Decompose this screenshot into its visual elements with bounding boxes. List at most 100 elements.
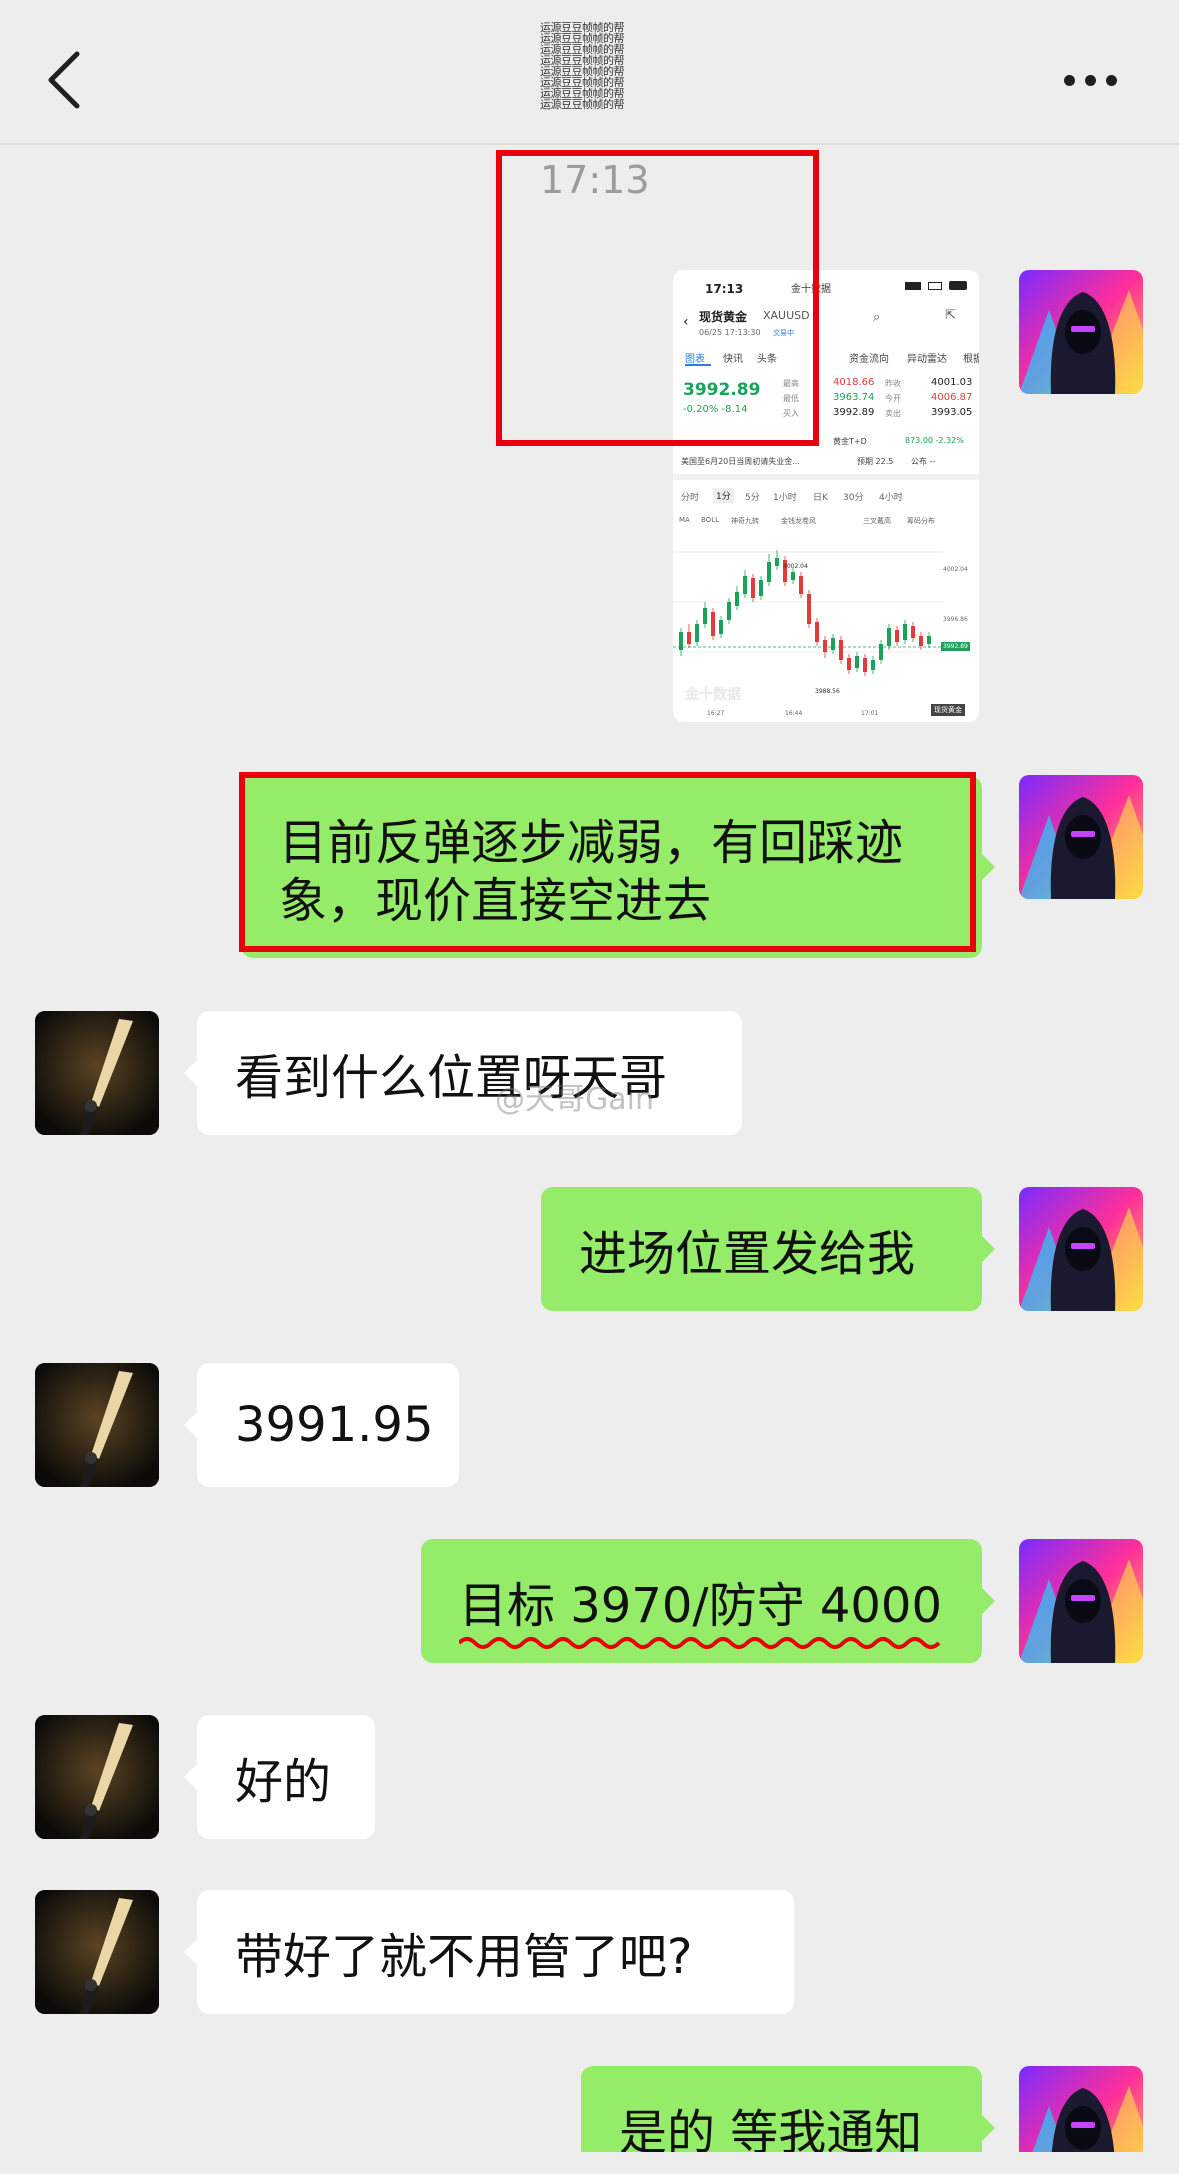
avatar-self[interactable] [1019,1187,1143,1311]
knife-photo-icon [35,1715,159,1839]
shot-low-label: 最低 [783,394,799,403]
shot-td-value: 873.00 -2.32% [905,436,964,445]
more-button[interactable] [1050,60,1130,100]
shot-y-label-0: 4002.04 [943,566,968,573]
chat-header: 运源豆豆帧帧的帮 运源豆豆帧帧的帮 运源豆豆帧帧的帮 运源豆豆帧帧的帮 运源豆豆… [0,0,1179,145]
candle-body [927,636,931,644]
shot-news-expect: 预期 22.5 [857,457,894,466]
candle-body [711,612,715,636]
candle-body [679,632,683,650]
shot-divider [673,474,979,480]
avatar-self[interactable] [1019,775,1143,899]
avatar-self[interactable] [1019,270,1143,394]
shot-y-label-1: 3996.86 [943,616,968,623]
shot-y-label-2: 3992.89 [941,642,970,651]
shot-period-4: 日K [813,493,828,503]
candle-body [727,602,731,620]
chevron-left-icon [48,51,80,109]
shot-indicator-4: 三叉戴高 [863,517,891,525]
message-bubble-self[interactable]: 进场位置发给我 [541,1187,995,1311]
shot-period-3: 1小时 [773,493,797,503]
shot-period-5: 30分 [843,493,864,503]
candle-body [743,576,747,594]
hooded-figure-icon [1019,775,1143,899]
candle-body [911,626,915,638]
shot-change: -0.20% -8.14 [683,404,748,415]
message-bubble-contact[interactable]: 看到什么位置呀天哥 [184,1011,742,1135]
shot-high: 4018.66 [833,377,875,388]
shot-sell: 3993.05 [931,407,973,418]
shot-title: 现货黄金 [699,310,748,324]
shot-indicator-1: BOLL [701,516,719,524]
shot-tab-indicator [685,364,711,366]
shot-buy-label: 买入 [783,409,799,418]
shot-indicator-0: MA [679,516,690,524]
shot-open-label: 今开 [885,394,901,403]
avatar-contact[interactable] [35,1890,159,2014]
avatar-contact[interactable] [35,1715,159,1839]
more-dot [1105,74,1117,86]
message-text-line2: 象，现价直接空进去 [279,873,712,929]
shot-x-label-0: 16:27 [707,710,725,717]
shot-tab-0: 图表 [685,354,705,365]
candle-body [855,656,859,668]
candle-body [839,640,843,660]
shot-period-2: 5分 [745,493,760,503]
back-button[interactable] [30,44,100,116]
message-bubble-contact[interactable]: 3991.95 [184,1363,459,1487]
candle-body [703,608,707,624]
shot-search-icon: ⌕ [873,310,881,325]
shot-indicator-5: 筹码分布 [907,517,935,525]
shot-x-label-1: 16:44 [785,710,803,717]
shot-period-0: 分时 [681,493,700,503]
candle-body [831,638,835,650]
shot-low-mark: 3988.56 [815,688,840,695]
avatar-contact[interactable] [35,1363,159,1487]
shot-indicator-2: 神奇九转 [731,517,759,525]
avatar-contact[interactable] [35,1011,159,1135]
candle-body [823,640,827,652]
candle-body [791,572,795,580]
candle-body [863,658,867,672]
shot-status-time: 17:13 [705,282,744,296]
shot-watermark: 金十数据 [685,687,741,703]
shot-period-1: 1分 [713,488,734,503]
shot-news-pub: 公布 -- [911,457,936,466]
shot-peak-mark: 4002.04 [783,563,808,570]
shot-open: 4006.87 [931,392,973,403]
candle-body [879,644,883,660]
candle-body [919,636,923,646]
shot-buy: 3992.89 [833,407,875,418]
candle-body [815,622,819,642]
shot-news: 美国至6月20日当周初请失业金... [681,457,800,466]
hooded-figure-icon [1019,1187,1143,1311]
candle-body [735,592,739,606]
more-dots-icon [1063,74,1075,86]
more-dot [1084,74,1096,86]
message-text: 进场位置发给我 [579,1226,916,1282]
shot-corner-tag: 现货黄金 [931,704,965,716]
watermark-text: @天哥Gain [495,1082,654,1117]
shot-price: 3992.89 [683,380,761,400]
image-message[interactable]: 17:13 金十数据 ‹ 现货黄金 XAUUSD 06/25 17:13:30 … [673,270,979,722]
candle-body [871,660,875,670]
message-bubble-contact[interactable]: 带好了就不用管了吧? [184,1890,794,2014]
shot-prev-label: 昨收 [885,379,901,388]
candle-body [847,658,851,670]
candle-body [887,628,891,646]
shot-symbol: XAUUSD [763,309,810,322]
message-text: 3991.95 [235,1397,434,1453]
knife-photo-icon [35,1890,159,2014]
shot-low: 3963.74 [833,392,875,403]
knife-photo-icon [35,1011,159,1135]
avatar-self[interactable] [1019,1539,1143,1663]
shot-tab-4: 异动雷达 [907,354,947,365]
shot-prev: 4001.03 [931,377,973,388]
candle-body [775,558,779,566]
message-bubble-self[interactable]: 目前反弹逐步减弱，有回踩迹 象，现价直接空进去 [241,776,995,958]
shot-back-icon: ‹ [683,314,689,330]
shot-tab-2: 头条 [757,354,777,365]
message-bubble-contact[interactable]: 好的 [184,1715,375,1839]
message-text: 带好了就不用管了吧? [235,1929,693,1985]
shot-td-label: 黄金T+D [833,437,867,446]
